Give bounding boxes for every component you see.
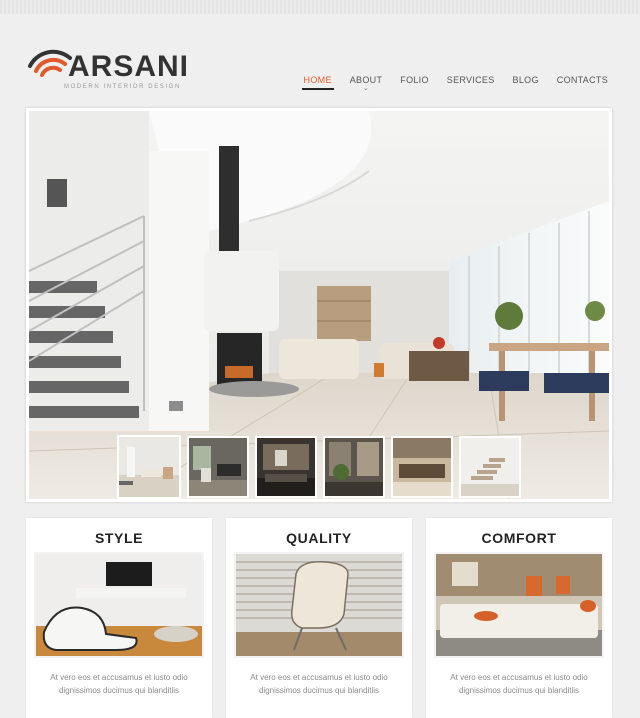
chevron-down-icon: ⌄ — [362, 85, 370, 92]
feature-card-style: STYLE At vero eos et accusamus et iusto … — [26, 518, 212, 718]
thumbnail-3[interactable] — [255, 436, 317, 498]
feature-cards: STYLE At vero eos et accusamus et iusto … — [26, 518, 614, 718]
card-text: At vero eos et accusamus et iusto odio d… — [450, 673, 588, 695]
feature-card-comfort: COMFORT At vero eos et accusamus et iust… — [426, 518, 612, 718]
thumbnail-4[interactable] — [323, 436, 385, 498]
thumbnail-1[interactable] — [117, 435, 181, 499]
thumbnail-6[interactable] — [459, 436, 521, 498]
card-title: QUALITY — [286, 530, 352, 546]
main-nav: HOME ABOUT ⌄ FOLIO SERVICES BLOG CONTACT… — [286, 75, 608, 92]
feature-card-quality: QUALITY At vero eos et accusamus et iust… — [226, 518, 412, 718]
brand-name: ARSANI — [68, 50, 190, 83]
top-pattern-strip — [0, 0, 640, 14]
card-text: At vero eos et accusamus et iusto odio d… — [250, 673, 388, 695]
brand-tagline: MODERN INTERIOR DESIGN — [64, 84, 181, 90]
nav-about[interactable]: ABOUT ⌄ — [350, 75, 383, 92]
nav-home[interactable]: HOME — [301, 75, 334, 91]
nav-contacts[interactable]: CONTACTS — [557, 75, 608, 91]
card-image-style[interactable] — [34, 552, 204, 658]
thumbnail-5[interactable] — [391, 436, 453, 498]
nav-blog[interactable]: BLOG — [513, 75, 539, 91]
card-image-comfort[interactable] — [434, 552, 604, 658]
card-text: At vero eos et accusamus et iusto odio d… — [50, 673, 188, 695]
card-title: STYLE — [94, 530, 144, 546]
nav-services[interactable]: SERVICES — [447, 75, 495, 91]
hero-slider — [26, 108, 612, 502]
thumbnail-strip — [117, 435, 527, 499]
thumbnail-2[interactable] — [187, 436, 249, 498]
card-title: COMFORT — [481, 530, 557, 546]
card-image-quality[interactable] — [234, 552, 404, 658]
hero-image — [29, 111, 609, 499]
nav-folio[interactable]: FOLIO — [400, 75, 429, 91]
logo[interactable]: ARSANI MODERN INTERIOR DESIGN — [26, 44, 190, 96]
